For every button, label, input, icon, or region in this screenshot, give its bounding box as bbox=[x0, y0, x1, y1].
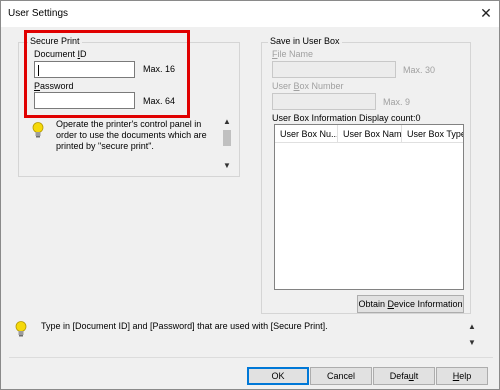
status-message: Type in [Document ID] and [Password] tha… bbox=[41, 321, 328, 331]
document-id-max-label: Max. 16 bbox=[143, 64, 176, 74]
document-id-label: Document ID bbox=[34, 49, 87, 59]
password-label: Password bbox=[34, 81, 74, 91]
title-bar: User Settings ✕ bbox=[1, 1, 499, 27]
secure-print-group-label: Secure Print bbox=[28, 36, 82, 47]
file-name-max-label: Max. 30 bbox=[403, 65, 436, 75]
user-box-number-max-label: Max. 9 bbox=[383, 97, 411, 107]
file-name-input[interactable] bbox=[272, 61, 396, 78]
file-name-label: File Name bbox=[272, 49, 314, 59]
ok-button[interactable]: OK bbox=[247, 367, 309, 385]
password-input[interactable] bbox=[34, 92, 135, 109]
window-title: User Settings bbox=[8, 8, 69, 19]
user-box-number-label: User Box Number bbox=[272, 81, 344, 91]
secure-print-info-text: Operate the printer's control panel in o… bbox=[56, 119, 207, 151]
lightbulb-icon bbox=[32, 122, 44, 138]
column-header-user-box-number[interactable]: User Box Nu... bbox=[275, 125, 338, 143]
divider bbox=[9, 357, 493, 358]
user-box-number-input[interactable] bbox=[272, 93, 376, 110]
save-in-user-box-group-label: Save in User Box bbox=[268, 36, 342, 47]
scroll-down-icon[interactable]: ▼ bbox=[466, 337, 478, 349]
scroll-thumb[interactable] bbox=[223, 130, 231, 146]
text-caret bbox=[38, 65, 39, 76]
scroll-up-icon[interactable]: ▲ bbox=[221, 116, 233, 128]
default-button[interactable]: Default bbox=[373, 367, 435, 385]
lightbulb-icon bbox=[15, 321, 27, 337]
cancel-button[interactable]: Cancel bbox=[310, 367, 372, 385]
user-box-information-label: User Box Information Display count:0 bbox=[272, 113, 421, 123]
user-box-table[interactable]: User Box Nu... User Box Name User Box Ty… bbox=[274, 124, 464, 290]
status-scrollbar[interactable]: ▲ ▼ bbox=[466, 321, 478, 351]
document-id-input[interactable] bbox=[34, 61, 135, 78]
scroll-up-icon[interactable]: ▲ bbox=[466, 321, 478, 333]
obtain-device-information-button[interactable]: Obtain Device Information bbox=[357, 295, 464, 313]
scroll-down-icon[interactable]: ▼ bbox=[221, 160, 233, 172]
info-scrollbar[interactable]: ▲ ▼ bbox=[221, 116, 233, 172]
password-max-label: Max. 64 bbox=[143, 96, 176, 106]
column-header-user-box-type[interactable]: User Box Type bbox=[402, 125, 463, 143]
help-button[interactable]: Help bbox=[436, 367, 488, 385]
close-icon[interactable]: ✕ bbox=[477, 5, 495, 21]
column-header-user-box-name[interactable]: User Box Name bbox=[338, 125, 402, 143]
user-settings-dialog: User Settings ✕ Secure Print Document ID… bbox=[0, 0, 500, 390]
